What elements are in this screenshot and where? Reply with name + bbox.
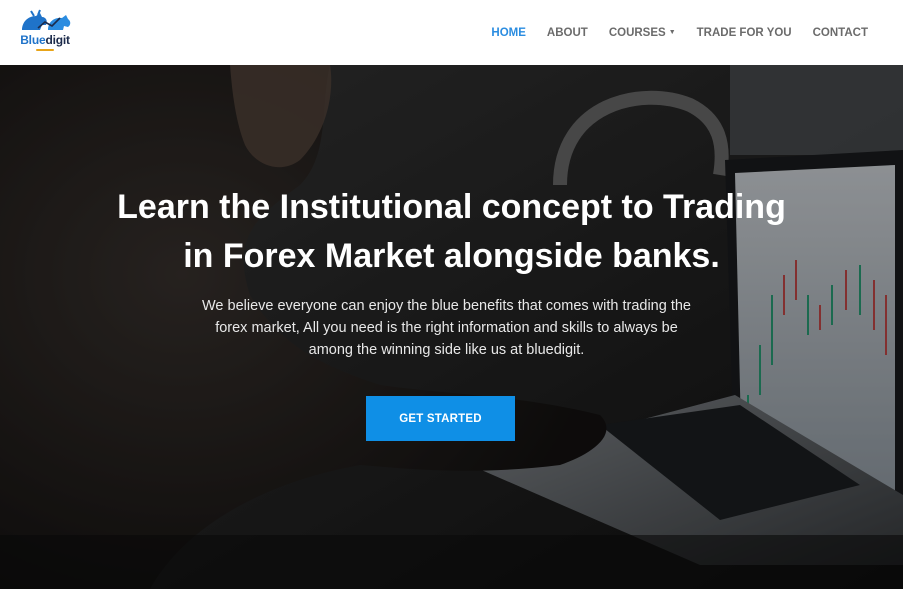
hero-title-line2: in Forex Market alongside banks.: [183, 237, 720, 275]
logo-underline: [36, 49, 54, 51]
hero-text-line3: among the winning side like us at bluedi…: [308, 342, 585, 358]
nav-trade-for-you[interactable]: TRADE FOR YOU: [697, 27, 792, 39]
logo-text-digit: digit: [45, 33, 70, 47]
nav-about-label: ABOUT: [546, 26, 588, 39]
main-nav: HOME ABOUT COURSES ▼ TRADE FOR YOU CONTAC…: [470, 0, 868, 65]
hero-section: Learn the Institutional concept to Tradi…: [0, 65, 903, 589]
nav-contact-label: CONTACT: [812, 26, 868, 39]
logo-text-blue: Blue: [20, 33, 46, 47]
hero-text-line1: We believe everyone can enjoy the blue b…: [202, 298, 691, 314]
hero-description: We believe everyone can enjoy the blue b…: [180, 295, 713, 361]
bull-bear-icon: [22, 9, 71, 30]
nav-about[interactable]: ABOUT: [547, 27, 588, 39]
nav-home-label: HOME: [491, 26, 526, 39]
hero-title: Learn the Institutional concept to Tradi…: [60, 183, 843, 281]
hero-title-line1: Learn the Institutional concept to Tradi…: [117, 188, 786, 226]
hero-text-line2: forex market, All you need is the right …: [215, 320, 678, 336]
nav-home[interactable]: HOME: [491, 27, 526, 39]
nav-courses-label: COURSES: [608, 26, 666, 39]
get-started-button[interactable]: GET STARTED: [366, 396, 515, 441]
nav-contact[interactable]: CONTACT: [813, 27, 868, 39]
caret-down-icon: ▼: [668, 29, 676, 36]
site-header: Bluedigit HOME ABOUT COURSES ▼ TRADE FOR …: [0, 0, 903, 65]
brand-logo[interactable]: Bluedigit: [16, 8, 74, 52]
nav-courses[interactable]: COURSES ▼: [609, 27, 676, 39]
nav-trade-for-you-label: TRADE FOR YOU: [696, 26, 792, 39]
logo-wordmark: Bluedigit: [16, 33, 74, 47]
